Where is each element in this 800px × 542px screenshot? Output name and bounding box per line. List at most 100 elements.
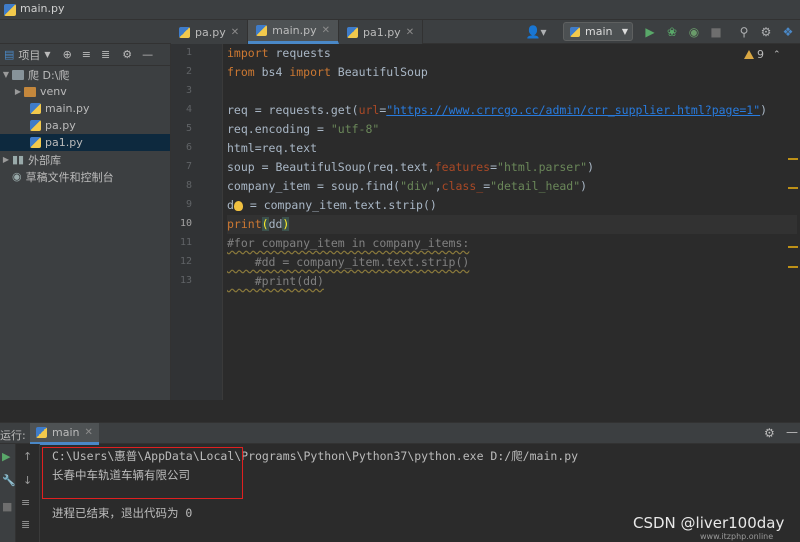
tab-pa1-py[interactable]: pa1.py ✕ [338, 20, 424, 44]
error-stripe-mark[interactable] [788, 246, 798, 248]
chevron-down-icon: ▼ [621, 27, 628, 36]
error-stripe-mark[interactable] [788, 266, 798, 268]
tree-item-label: pa1.py [45, 136, 83, 149]
line-number: 7 [185, 161, 192, 172]
python-file-icon [4, 4, 16, 16]
warning-count: 9 [757, 48, 764, 61]
line-number-gutter: 1 2 3 4 5 6 7 8 9 10 11 12 13 [171, 44, 223, 400]
line-number: 3 [185, 85, 192, 96]
run-tab-main[interactable]: main ✕ [30, 423, 99, 445]
line-number: 10 [179, 218, 192, 229]
code-line-6: html=req.text [227, 141, 318, 155]
tree-item-label: 爬 D:\爬 [28, 68, 70, 82]
code-line-13: #print(dd) [227, 274, 324, 288]
scratch-icon: ◉ [12, 170, 22, 183]
run-config-label: main [585, 25, 613, 38]
line-number: 4 [185, 104, 192, 115]
tree-item-label: 外部库 [28, 153, 62, 167]
collapse-all-icon[interactable]: ≣ [101, 48, 110, 61]
arrow-up-icon[interactable]: ↑ [23, 450, 32, 463]
python-icon [36, 427, 47, 438]
search-icon[interactable]: ⚲ [736, 23, 752, 41]
editor-bottom-area [0, 400, 800, 420]
python-file-icon [256, 25, 268, 36]
tree-item-pa-py[interactable]: pa.py [0, 117, 170, 134]
error-stripe-mark[interactable] [788, 158, 798, 160]
sort-icon[interactable]: ≣ [21, 518, 30, 531]
wrench-icon[interactable]: 🔧 [2, 474, 16, 487]
minimize-icon[interactable]: — [142, 48, 153, 61]
gear-icon[interactable]: ⚙ [122, 48, 132, 61]
code-line-10: print(dd) [227, 215, 797, 234]
run-icon[interactable]: ▶ [642, 23, 658, 41]
user-icon[interactable]: 👤▾ [524, 23, 548, 41]
tree-item-main-py[interactable]: main.py [0, 100, 170, 117]
line-number: 13 [179, 275, 192, 286]
expand-all-icon[interactable]: ≡ [82, 48, 91, 61]
tree-item-venv[interactable]: ▶ venv [0, 83, 170, 100]
warnings-indicator[interactable]: 9 ⌃ [744, 48, 781, 61]
minimize-icon[interactable]: — [786, 425, 798, 439]
project-panel: ▤ 项目 ▼ ⊕ ≡ ≣ ⚙ — ▼ 爬 D:\爬 ▶ venv main.py… [0, 44, 171, 420]
arrow-down-icon[interactable]: ↓ [23, 474, 32, 487]
stop-icon[interactable]: ■ [2, 500, 12, 513]
line-number: 5 [185, 123, 192, 134]
chevron-up-icon[interactable]: ⌃ [773, 50, 781, 60]
soft-wrap-icon[interactable]: ≡ [21, 496, 30, 509]
error-stripe-mark[interactable] [788, 187, 798, 189]
code-editor[interactable]: 1 2 3 4 5 6 7 8 9 10 11 12 13 import req… [171, 44, 800, 400]
tree-item-label: main.py [45, 102, 90, 115]
line-number: 12 [179, 256, 192, 267]
chevron-right-icon[interactable]: ▶ [12, 87, 24, 96]
gear-icon[interactable]: ⚙ [758, 23, 774, 41]
python-icon [570, 26, 580, 37]
chevron-down-icon[interactable]: ▼ [44, 50, 50, 59]
console-side-toolbar: ↑ ↓ ≡ ≣ [16, 444, 40, 542]
close-icon[interactable]: ✕ [84, 427, 92, 438]
rerun-icon[interactable]: ▶ [2, 450, 10, 463]
tab-pa-py[interactable]: pa.py ✕ [171, 20, 249, 44]
folder-icon [24, 86, 36, 97]
stop-icon[interactable]: ■ [708, 23, 724, 41]
tree-item-label: pa.py [45, 119, 76, 132]
lightbulb-icon[interactable] [233, 200, 243, 211]
code-area[interactable]: import requests from bs4 import Beautifu… [227, 44, 797, 400]
python-file-icon [30, 137, 41, 148]
locate-icon[interactable]: ⊕ [63, 48, 72, 61]
coverage-icon[interactable]: ◉ [686, 23, 702, 41]
tree-item-label: venv [40, 85, 67, 98]
project-view-icon[interactable]: ▤ [4, 48, 14, 61]
tree-item-root[interactable]: ▼ 爬 D:\爬 [0, 66, 170, 83]
project-header-label[interactable]: 项目 [18, 47, 40, 63]
tab-label: pa1.py [362, 25, 401, 39]
gear-icon[interactable]: ⚙ [764, 426, 775, 440]
editor-tabs: pa.py ✕ main.py ✕ pa1.py ✕ [171, 20, 424, 44]
code-line-11: #for company_item in company_items: [227, 236, 470, 250]
close-icon[interactable]: ✕ [406, 27, 414, 38]
tree-item-pa1-py[interactable]: pa1.py [0, 134, 170, 151]
tree-item-external-libs[interactable]: ▶ ▮▮ 外部库 [0, 151, 170, 168]
chevron-right-icon[interactable]: ▶ [0, 155, 12, 164]
code-line-12: #dd = company_item.text.strip() [227, 255, 470, 269]
run-config-selector[interactable]: main ▼ [563, 22, 633, 41]
debug-icon[interactable]: ❀ [664, 23, 680, 41]
tab-main-py[interactable]: main.py ✕ [248, 20, 339, 44]
warning-icon [744, 50, 754, 59]
library-icon: ▮▮ [12, 153, 25, 166]
line-number: 11 [179, 237, 192, 248]
code-line-1: import requests [227, 46, 331, 60]
python-file-icon [30, 120, 41, 131]
close-icon[interactable]: ✕ [231, 27, 239, 38]
plugin-icon[interactable]: ❖ [780, 23, 796, 41]
python-file-icon [179, 26, 190, 38]
chevron-down-icon[interactable]: ▼ [0, 70, 12, 79]
code-line-5: req.encoding = "utf-8" [227, 122, 380, 136]
console-line-exit: 进程已结束，退出代码为 0 [52, 506, 193, 520]
tab-label: main.py [272, 24, 317, 37]
close-icon[interactable]: ✕ [322, 25, 330, 36]
tree-item-scratches[interactable]: ◉ 草稿文件和控制台 [0, 168, 170, 185]
run-panel-label: 运行: [0, 429, 26, 442]
code-line-7: soup = BeautifulSoup(req.text,features="… [227, 160, 594, 174]
line-number: 6 [185, 142, 192, 153]
tab-label: pa.py [195, 25, 226, 39]
